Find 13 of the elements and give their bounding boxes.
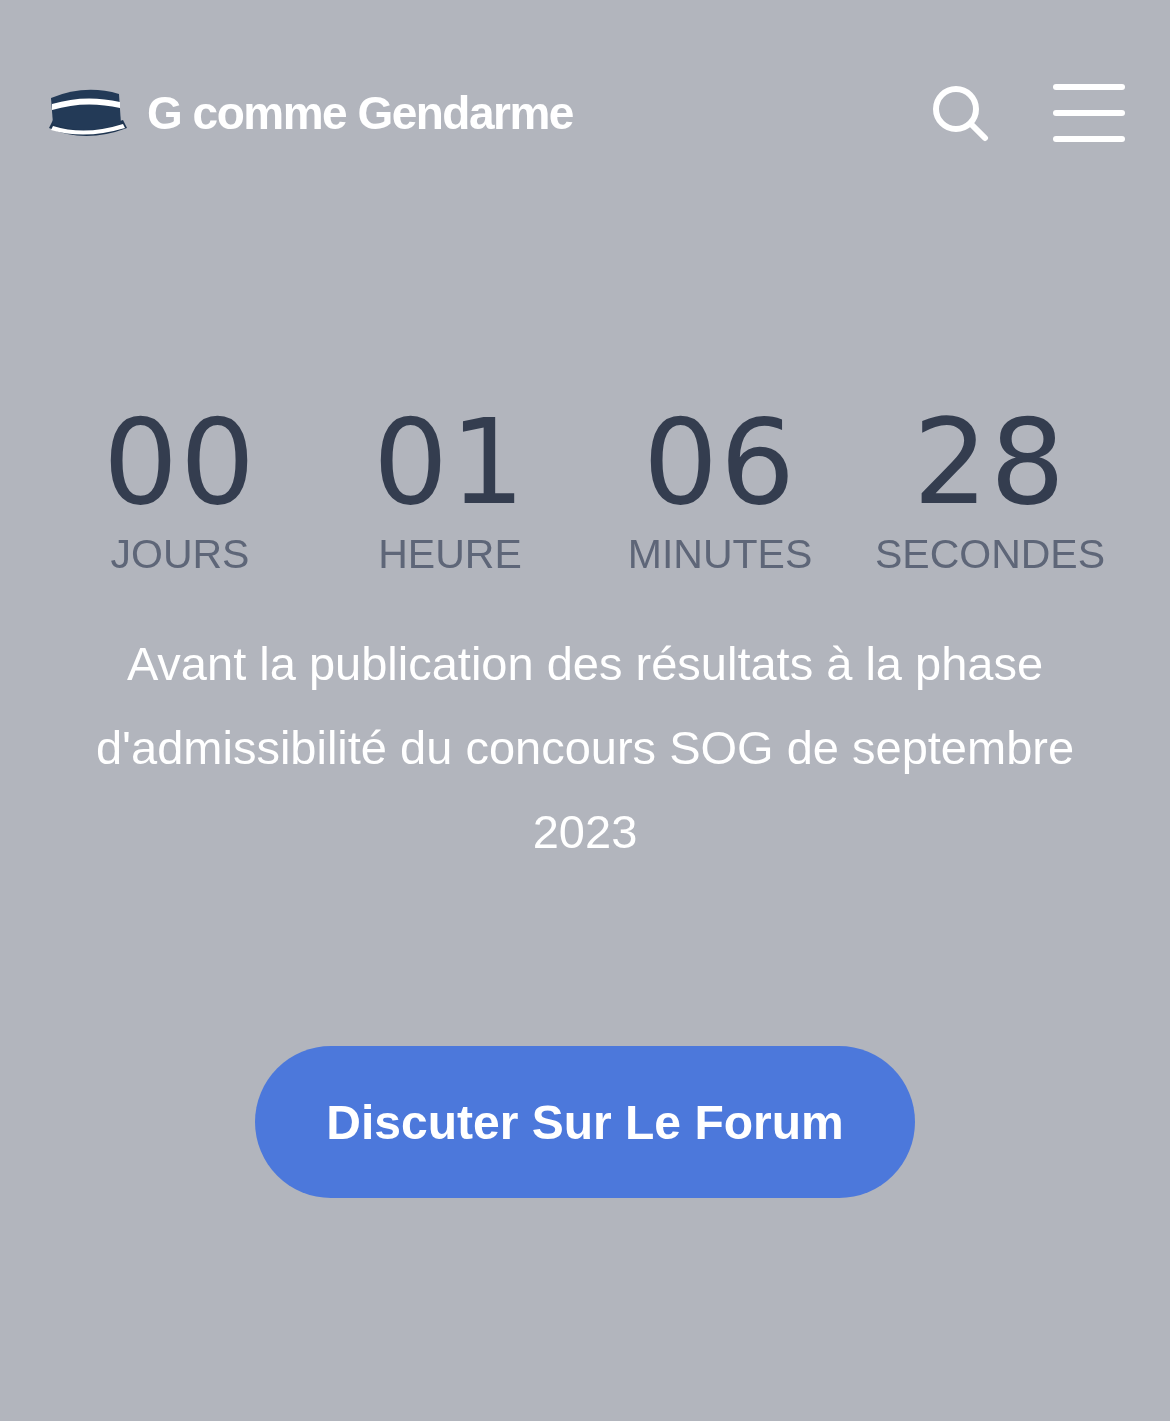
menu-icon[interactable] bbox=[1053, 84, 1125, 142]
countdown-label: JOURS bbox=[110, 531, 250, 578]
countdown-value: 06 bbox=[642, 397, 798, 527]
countdown-value: 01 bbox=[372, 397, 528, 527]
countdown-message: Avant la publication des résultats à la phase d'admissibilité du concours SOG de septembre 2023 bbox=[94, 636, 1076, 860]
countdown-label: MINUTES bbox=[627, 531, 813, 578]
countdown-value: 28 bbox=[912, 397, 1068, 527]
countdown-value: 00 bbox=[102, 397, 258, 527]
search-icon[interactable] bbox=[931, 84, 989, 142]
site-title: G comme Gendarme bbox=[147, 86, 573, 140]
countdown-label: HEURE bbox=[378, 531, 522, 578]
countdown-label: SECONDES bbox=[874, 531, 1106, 578]
forum-button[interactable]: Discuter Sur Le Forum bbox=[255, 1046, 915, 1198]
